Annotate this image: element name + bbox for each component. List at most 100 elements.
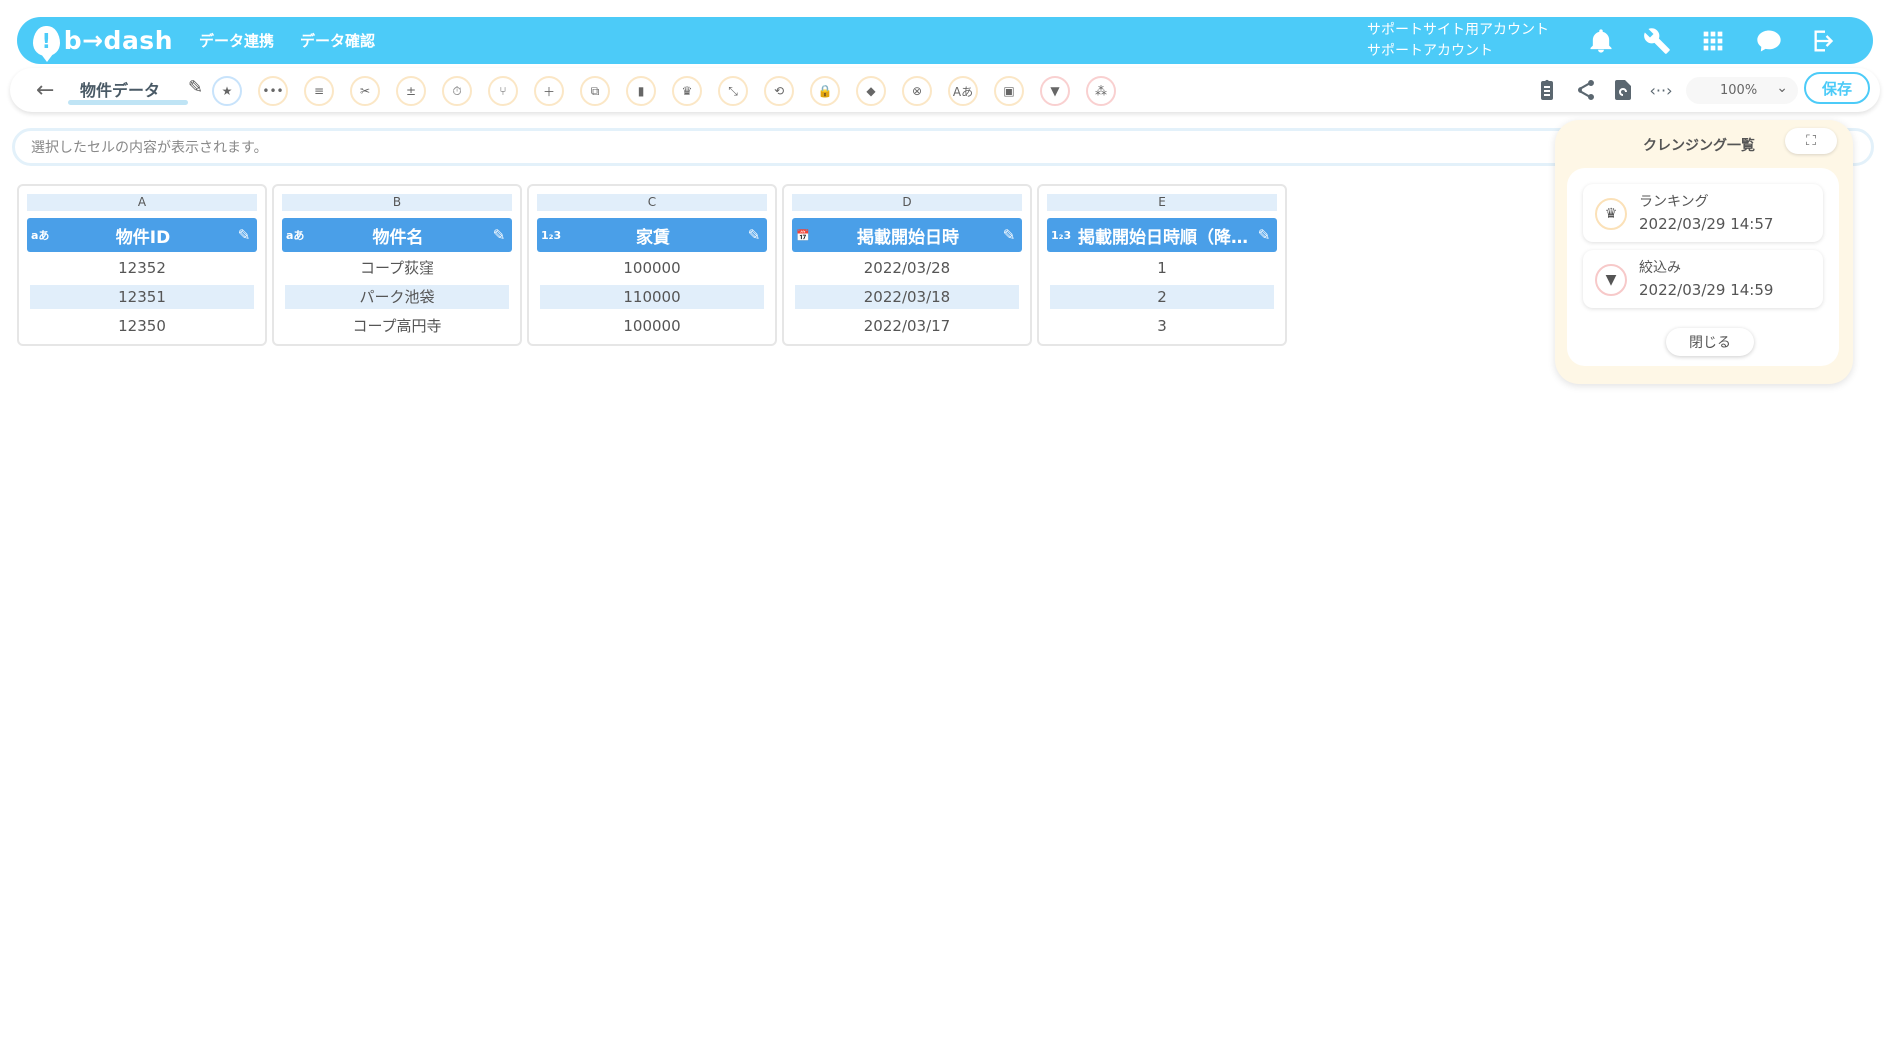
file-refresh-icon[interactable]	[1608, 77, 1638, 103]
logo-bubble-icon: !	[33, 25, 60, 62]
table-cell[interactable]: 12351	[30, 285, 254, 309]
crown-icon[interactable]: ♛	[672, 76, 702, 106]
lock-icon[interactable]: 🔒	[810, 76, 840, 106]
app-logo[interactable]: ! b→dash	[33, 25, 173, 62]
table-cell[interactable]: 2022/03/18	[795, 285, 1019, 309]
column-card-d[interactable]: D 📅 掲載開始日時 ✎ 2022/03/28 2022/03/18 2022/…	[782, 184, 1032, 346]
timer-icon[interactable]: ⏱	[442, 76, 472, 106]
edit-pencil-icon[interactable]: ✎	[1251, 226, 1277, 244]
translate-icon[interactable]: Aあ	[948, 76, 978, 106]
cut-tools-icon[interactable]: ✂	[350, 76, 380, 106]
account-user: サポートアカウント	[1367, 42, 1493, 59]
column-header[interactable]: 1₂3 家賃 ✎	[537, 218, 767, 252]
bell-icon[interactable]	[1573, 21, 1629, 61]
table-cell[interactable]: 2	[1050, 285, 1274, 309]
favorite-star-icon[interactable]: ★	[212, 76, 242, 106]
cleansing-item-ranking[interactable]: ♛ ランキング 2022/03/29 14:57	[1583, 184, 1823, 242]
box-icon[interactable]: ◆	[856, 76, 886, 106]
column-card-c[interactable]: C 1₂3 家賃 ✎ 100000 110000 100000	[527, 184, 777, 346]
table-cell[interactable]: コープ高円寺	[285, 314, 509, 338]
column-title: 掲載開始日時	[857, 227, 959, 248]
column-header[interactable]: aあ 物件ID ✎	[27, 218, 257, 252]
edit-pencil-icon[interactable]: ✎	[486, 226, 512, 244]
table-cell[interactable]: 100000	[540, 314, 764, 338]
zoom-value: 100%	[1720, 83, 1758, 98]
zoom-select[interactable]: 100% ⌄	[1686, 77, 1798, 104]
number-type-icon: 1₂3	[541, 228, 562, 242]
code-icon[interactable]: ‹··›	[1646, 77, 1676, 103]
text-type-icon: aあ	[31, 229, 50, 242]
add-plus-icon[interactable]: ＋	[534, 76, 564, 106]
grid-pattern-icon[interactable]: ⁂	[1086, 76, 1116, 106]
cleansing-item-filter[interactable]: ▼ 絞込み 2022/03/29 14:59	[1583, 250, 1823, 308]
column-header[interactable]: 1₂3 掲載開始日時順（降… ✎	[1047, 218, 1277, 252]
cleansing-item-date: 2022/03/29 14:57	[1639, 215, 1774, 233]
nav-data-integration[interactable]: データ連携	[199, 30, 274, 51]
rename-pencil-icon[interactable]: ✎	[188, 77, 203, 98]
frame-icon[interactable]: ▣	[994, 76, 1024, 106]
column-header[interactable]: 📅 掲載開始日時 ✎	[792, 218, 1022, 252]
column-card-e[interactable]: E 1₂3 掲載開始日時順（降… ✎ 1 2 3	[1037, 184, 1287, 346]
copy-icon[interactable]: ⧉	[580, 76, 610, 106]
expand-icon[interactable]: ⛶	[1785, 128, 1837, 154]
column-title: 物件ID	[115, 227, 171, 248]
more-dots-icon[interactable]: •••	[258, 76, 288, 106]
logout-icon[interactable]	[1797, 21, 1853, 61]
panel-body: ♛ ランキング 2022/03/29 14:57 ▼ 絞込み 2022/03/2…	[1567, 168, 1839, 366]
save-button[interactable]: 保存	[1804, 72, 1870, 104]
app-header: ! b→dash データ連携 データ確認 サポートサイト用アカウント サポートア…	[17, 17, 1873, 64]
repeat-icon[interactable]: ⟲	[764, 76, 794, 106]
column-card-a[interactable]: A aあ 物件ID ✎ 12352 12351 12350	[17, 184, 267, 346]
column-title: 物件名	[372, 227, 424, 248]
chat-support-icon[interactable]	[1741, 21, 1797, 61]
table-cell[interactable]: 1	[1050, 256, 1274, 280]
compress-icon[interactable]: ⤡	[718, 76, 748, 106]
account-name: サポートサイト用アカウント	[1367, 21, 1549, 38]
number-type-icon: 1₂3	[1051, 228, 1072, 242]
calc-icon[interactable]: ±	[396, 76, 426, 106]
cancel-circle-icon[interactable]: ⊗	[902, 76, 932, 106]
column-letter: E	[1047, 194, 1277, 211]
dataset-title: 物件データ	[80, 81, 161, 100]
filter-icon: ▼	[1595, 264, 1627, 296]
table-cell[interactable]: 110000	[540, 285, 764, 309]
calendar-type-icon: 📅	[796, 228, 810, 242]
column-header[interactable]: aあ 物件名 ✎	[282, 218, 512, 252]
table-cell[interactable]: 12352	[30, 256, 254, 280]
column-card-b[interactable]: B aあ 物件名 ✎ コープ荻窪 パーク池袋 コープ高円寺	[272, 184, 522, 346]
share-icon[interactable]	[1570, 77, 1600, 103]
table-cell[interactable]: 2022/03/17	[795, 314, 1019, 338]
column-letter: C	[537, 194, 767, 211]
table-cell[interactable]: 2022/03/28	[795, 256, 1019, 280]
table-cell[interactable]: 12350	[30, 314, 254, 338]
table-cell[interactable]: 100000	[540, 256, 764, 280]
close-button[interactable]: 閉じる	[1666, 328, 1754, 356]
back-arrow-icon[interactable]: ←	[36, 78, 54, 103]
crown-icon: ♛	[1595, 198, 1627, 230]
column-title: 家賃	[636, 227, 670, 248]
wrench-icon[interactable]	[1629, 21, 1685, 61]
edit-toolbar: ← 物件データ ✎ ★ ••• ≡ ✂ ± ⏱ ⑂ ＋ ⧉ ▮ ♛ ⤡ ⟲ 🔒 …	[10, 68, 1880, 112]
cleansing-list-panel: クレンジング一覧 ⛶ ♛ ランキング 2022/03/29 14:57 ▼ 絞込…	[1555, 120, 1853, 384]
filter-icon[interactable]: ▼	[1040, 76, 1070, 106]
apps-grid-icon[interactable]	[1685, 21, 1741, 61]
edit-pencil-icon[interactable]: ✎	[996, 226, 1022, 244]
edit-pencil-icon[interactable]: ✎	[231, 226, 257, 244]
table-cell[interactable]: 3	[1050, 314, 1274, 338]
table-cell[interactable]: コープ荻窪	[285, 256, 509, 280]
chevron-down-icon: ⌄	[1776, 80, 1788, 96]
logo-text: b→dash	[63, 26, 173, 55]
panel-title: クレンジング一覧	[1643, 138, 1755, 154]
merge-icon[interactable]: ⑂	[488, 76, 518, 106]
dataset-title-underline	[68, 100, 188, 105]
account-info[interactable]: サポートサイト用アカウント サポートアカウント	[1367, 20, 1549, 62]
table-cell[interactable]: パーク池袋	[285, 285, 509, 309]
edit-pencil-icon[interactable]: ✎	[741, 226, 767, 244]
column-letter: D	[792, 194, 1022, 211]
column-title: 掲載開始日時順（降…	[1078, 227, 1248, 248]
clipboard-icon[interactable]	[1532, 77, 1562, 103]
trash-icon[interactable]: ▮	[626, 76, 656, 106]
cleansing-item-name: ランキング	[1639, 194, 1709, 210]
nav-data-check[interactable]: データ確認	[300, 30, 375, 51]
text-lines-icon[interactable]: ≡	[304, 76, 334, 106]
